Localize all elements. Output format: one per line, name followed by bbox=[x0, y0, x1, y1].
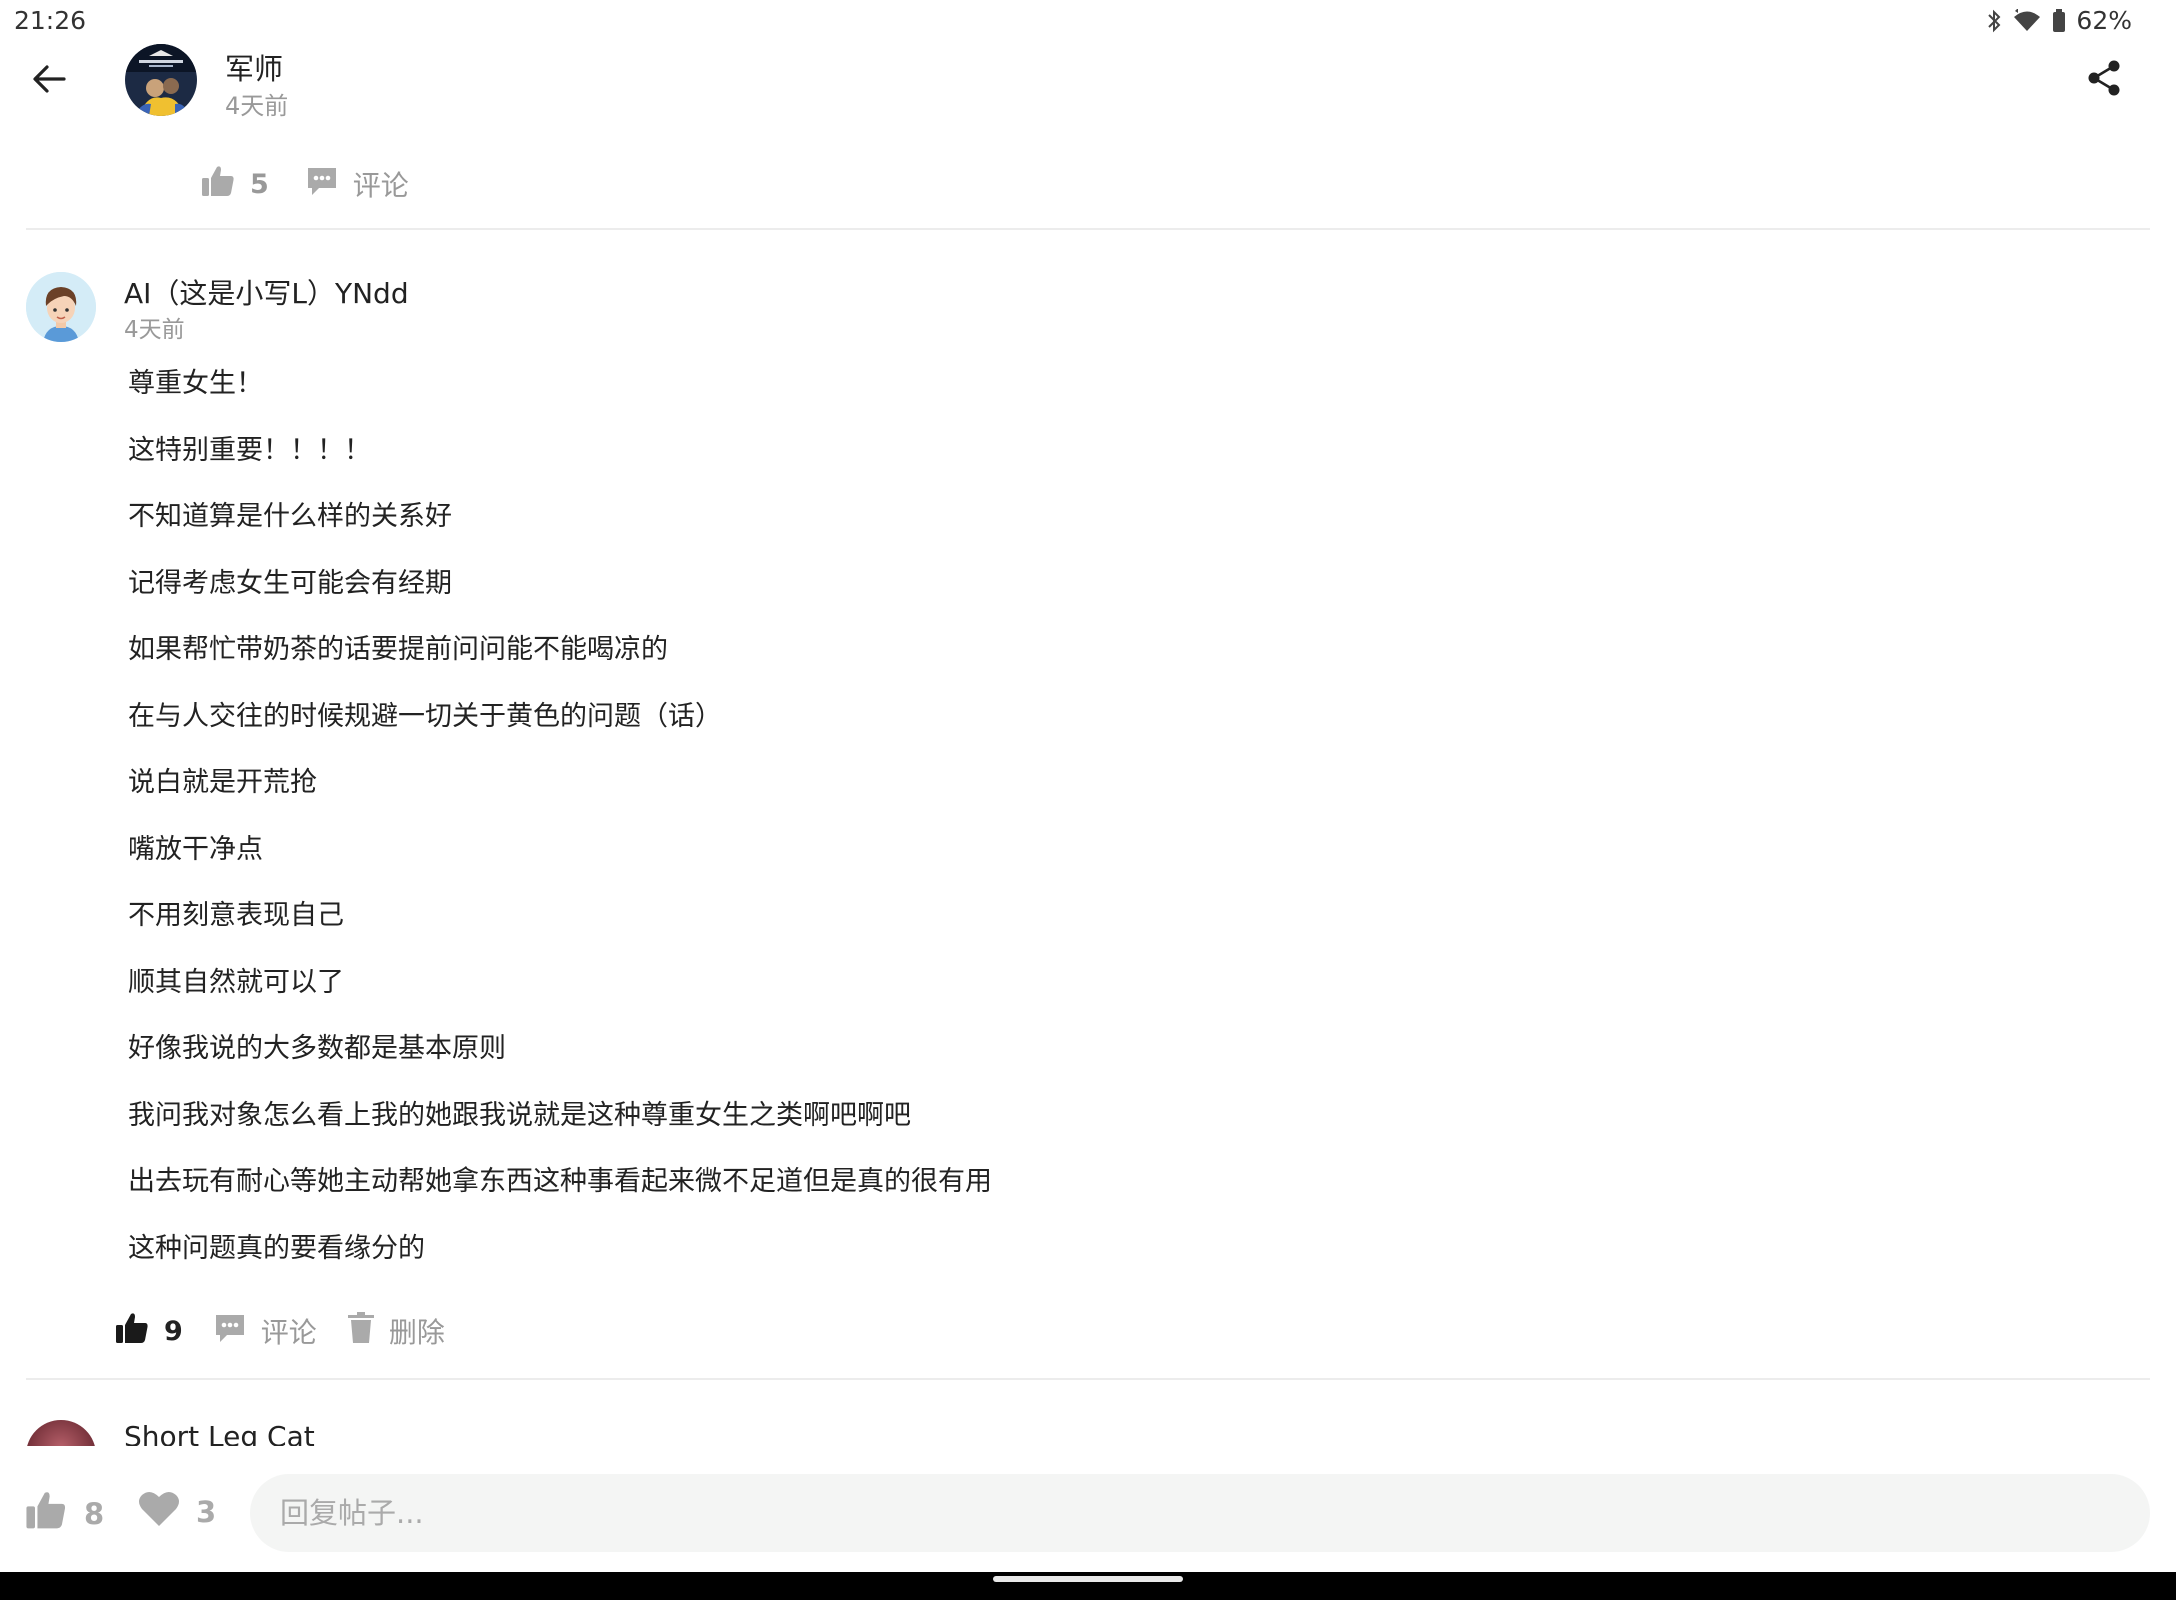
thumbs-up-icon bbox=[200, 163, 236, 206]
post-actions: 5 评论 bbox=[200, 160, 409, 208]
comment-line: 好像我说的大多数都是基本原则 bbox=[128, 1033, 506, 1064]
comment-line: 我问我对象怎么看上我的她跟我说就是这种尊重女生之类啊吧啊吧 bbox=[128, 1099, 911, 1131]
divider bbox=[26, 228, 2150, 230]
comment-line: 这特别重要！！！！ bbox=[128, 434, 371, 466]
comment-line: 出去玩有耐心等她主动帮她拿东西这种事看起来微不足道但是真的很有用 bbox=[128, 1166, 992, 1197]
post-like-count: 5 bbox=[250, 168, 269, 200]
author-name[interactable]: 军师 bbox=[225, 46, 283, 88]
bluetooth-icon bbox=[1986, 9, 2002, 33]
comment-line: 在与人交往的时候规避一切关于黄色的问题（话） bbox=[128, 700, 722, 732]
wifi-icon bbox=[2012, 8, 2042, 33]
next-comment-item: Short Leg Cat bbox=[0, 1406, 2176, 1446]
comment-delete-button[interactable]: 删除 bbox=[347, 1311, 445, 1352]
bottom-reply-bar: 8 3 bbox=[0, 1446, 2176, 1572]
commenter-name[interactable]: AI（这是小写L）YNdd bbox=[124, 272, 409, 312]
divider bbox=[26, 1378, 2150, 1380]
comment-body: 尊重女生！ 这特别重要！！！！ 不知道算是什么样的关系好 记得考虑女生可能会有经… bbox=[128, 364, 1828, 1295]
bottom-like-count: 8 bbox=[84, 1496, 105, 1531]
share-button[interactable] bbox=[2082, 58, 2126, 102]
heart-icon bbox=[138, 1488, 180, 1535]
share-icon bbox=[2086, 59, 2122, 101]
post-favorite-button[interactable]: 3 bbox=[138, 1488, 216, 1535]
comment-line: 记得考虑女生可能会有经期 bbox=[128, 567, 452, 599]
thumbs-up-icon bbox=[114, 1310, 150, 1353]
post-detail-screen: 21:26 62% 军师 4天前 5 评论 AI（这是小写L）YNdd 4天前 … bbox=[0, 0, 2176, 1600]
home-gesture-handle[interactable] bbox=[993, 1576, 1183, 1582]
comment-line: 如果帮忙带奶茶的话要提前问问能不能喝凉的 bbox=[128, 634, 668, 665]
post-header: 军师 4天前 bbox=[0, 40, 2176, 120]
post-comment-button[interactable]: 评论 bbox=[305, 164, 409, 205]
comment-line: 嘴放干净点 bbox=[128, 833, 263, 865]
comment-delete-label: 删除 bbox=[388, 1316, 445, 1349]
trash-icon bbox=[347, 1311, 375, 1352]
comment-time: 4天前 bbox=[124, 317, 185, 343]
comment-like-count: 9 bbox=[164, 1315, 183, 1347]
comment-like-button[interactable]: 9 bbox=[114, 1310, 183, 1353]
battery-icon bbox=[2052, 8, 2066, 33]
status-icons: 62% bbox=[1986, 6, 2132, 35]
battery-percent: 62% bbox=[2076, 6, 2132, 35]
author-avatar[interactable] bbox=[125, 44, 197, 116]
comment-line: 不用刻意表现自己 bbox=[128, 900, 344, 931]
commenter-avatar[interactable] bbox=[26, 272, 96, 342]
thumbs-up-icon bbox=[24, 1488, 68, 1539]
back-button[interactable] bbox=[26, 58, 72, 104]
post-like-button[interactable]: 5 bbox=[200, 163, 269, 206]
comment-reply-button[interactable]: 评论 bbox=[213, 1311, 317, 1352]
post-time: 4天前 bbox=[225, 92, 289, 120]
comment-actions: 9 评论 删除 bbox=[114, 1306, 445, 1356]
comment-line: 顺其自然就可以了 bbox=[128, 966, 344, 998]
post-comment-label: 评论 bbox=[352, 169, 409, 202]
comment-line: 尊重女生！ bbox=[128, 368, 263, 399]
comment-line: 不知道算是什么样的关系好 bbox=[128, 501, 452, 532]
system-nav-bar bbox=[0, 1572, 2176, 1600]
comment-icon bbox=[213, 1311, 247, 1352]
reply-input[interactable] bbox=[250, 1474, 2150, 1552]
status-time: 21:26 bbox=[14, 6, 87, 35]
post-bottom-like-button[interactable]: 8 bbox=[24, 1488, 104, 1539]
comment-reply-label: 评论 bbox=[260, 1316, 317, 1349]
arrow-left-icon bbox=[32, 64, 66, 98]
comment-line: 说白就是开荒抢 bbox=[128, 767, 317, 798]
status-bar: 21:26 62% bbox=[0, 0, 2176, 44]
favorite-count: 3 bbox=[196, 1494, 217, 1529]
commenter-name[interactable]: Short Leg Cat bbox=[124, 1420, 315, 1446]
comment-icon bbox=[305, 164, 339, 205]
comment-line: 这种问题真的要看缘分的 bbox=[128, 1232, 425, 1264]
commenter-avatar[interactable] bbox=[26, 1420, 96, 1446]
